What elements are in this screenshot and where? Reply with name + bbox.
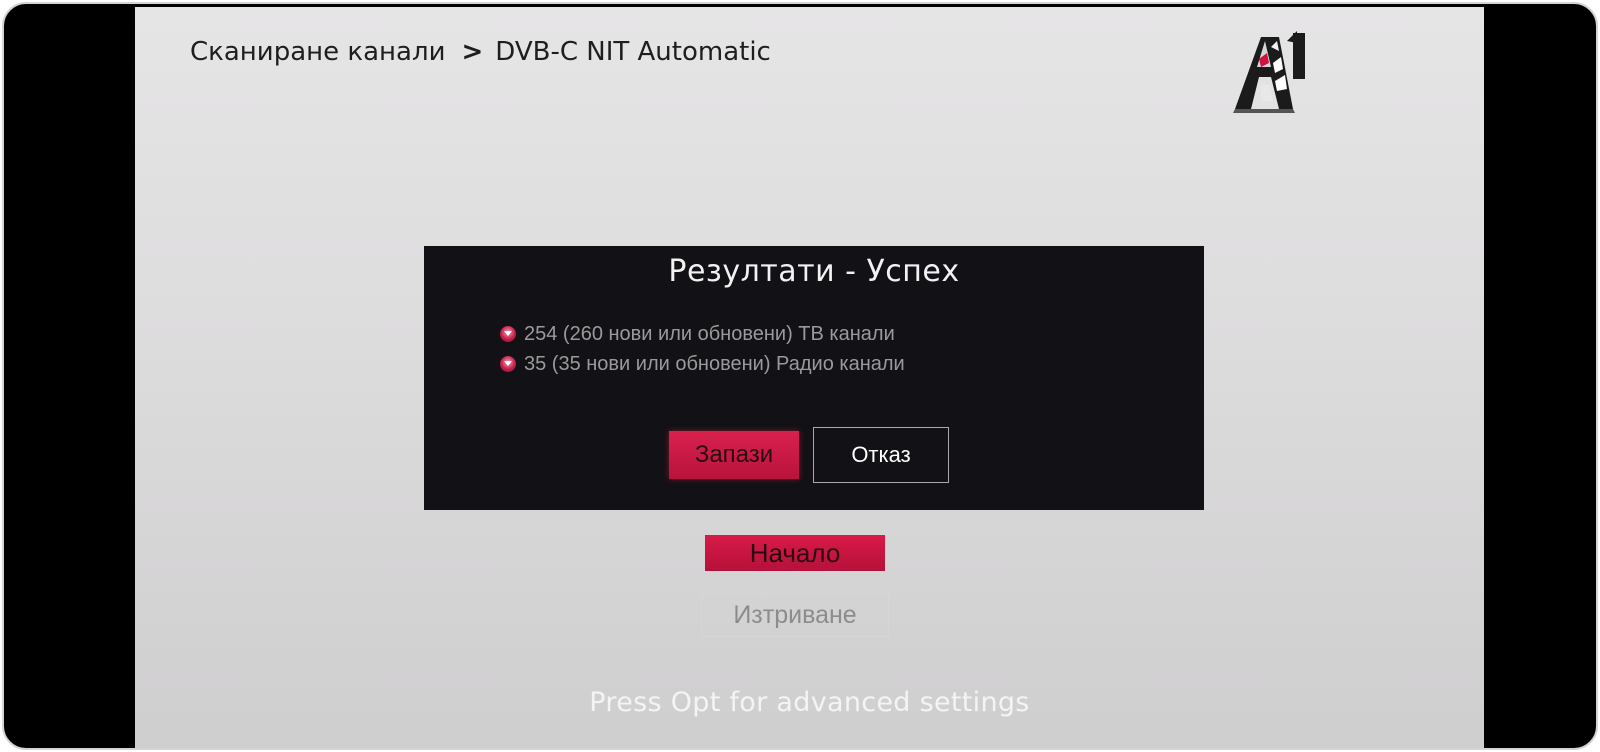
breadcrumb-current: DVB-C NIT Automatic — [495, 37, 771, 67]
result-radio-channels: 35 (35 нови или обновени) Радио канали — [500, 352, 905, 376]
a1-logo — [1233, 31, 1305, 113]
start-button[interactable]: Начало — [705, 535, 885, 571]
red-bullet-icon — [500, 356, 516, 372]
breadcrumb-parent: Сканиране канали — [190, 37, 446, 67]
result-tv-text: 254 (260 нови или обновени) ТВ канали — [524, 322, 895, 345]
advanced-settings-hint: Press Opt for advanced settings — [589, 687, 1030, 718]
tv-screen: Сканиране канали > DVB-C NIT Automatic Р… — [135, 7, 1484, 748]
save-button[interactable]: Запази — [669, 431, 799, 479]
breadcrumb: Сканиране канали > DVB-C NIT Automatic — [190, 37, 771, 67]
result-tv-channels: 254 (260 нови или обновени) ТВ канали — [500, 322, 895, 346]
results-dialog: Резултати - Успех 254 (260 нови или обно… — [424, 246, 1204, 510]
cancel-button[interactable]: Отказ — [813, 427, 949, 483]
delete-button[interactable]: Изтриване — [701, 593, 889, 637]
red-bullet-icon — [500, 326, 516, 342]
result-radio-text: 35 (35 нови или обновени) Радио канали — [524, 352, 905, 375]
chevron-right-icon: > — [461, 37, 484, 67]
device-frame: Сканиране канали > DVB-C NIT Automatic Р… — [2, 2, 1598, 750]
dialog-title: Резултати - Успех — [668, 254, 960, 289]
